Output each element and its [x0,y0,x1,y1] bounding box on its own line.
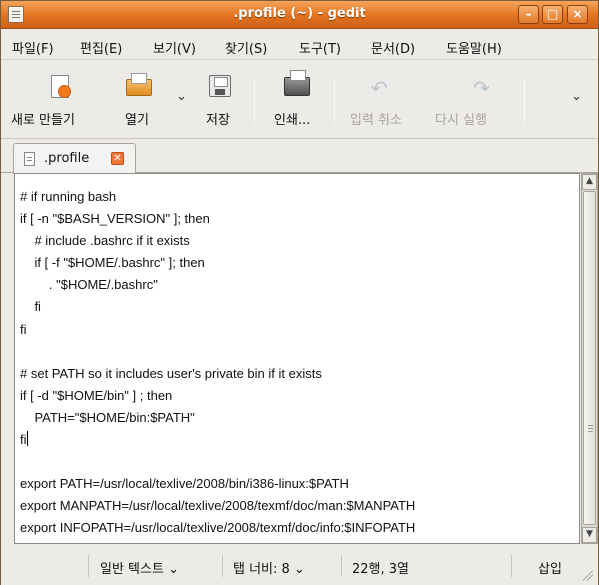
new-star-icon [58,85,71,98]
code-line[interactable]: export INFOPATH=/usr/local/texlive/2008/… [20,517,415,539]
cursor-position: 22행, 3열 [352,562,409,577]
open-button-label: 열기 [125,113,149,128]
open-folder-icon[interactable] [126,73,152,96]
redo-icon[interactable]: ↷ [473,78,495,98]
menu-view[interactable]: 보기(V) [153,38,196,57]
scroll-down-arrow[interactable]: ▼ [582,527,597,543]
text-cursor [26,431,28,447]
new-button-label: 새로 만들기 [11,113,75,128]
scroll-up-arrow[interactable]: ▲ [582,174,597,190]
code-line[interactable]: # if running bash [20,186,415,208]
printer-icon[interactable] [284,70,310,96]
scroll-grip-icon [588,425,593,426]
close-button[interactable]: × [567,5,588,24]
redo-button-label: 다시 실행 [435,113,487,128]
code-line[interactable] [20,341,415,363]
status-bar: 일반 텍스트 ⌄ 탭 너비: 8 ⌄ 22행, 3열 삽입 [1,547,598,585]
toolbar-separator [254,79,255,123]
undo-icon[interactable]: ↶ [371,78,393,98]
language-selector[interactable]: 일반 텍스트 ⌄ [100,558,179,577]
undo-button-label: 입력 취소 [350,113,402,128]
maximize-button[interactable]: □ [542,5,563,24]
menu-help[interactable]: 도움말(H) [446,38,502,57]
code-line[interactable] [20,451,415,473]
status-separator [88,555,89,577]
text-file-icon [24,152,35,166]
tab-width-selector[interactable]: 탭 너비: 8 ⌄ [233,558,305,577]
code-line[interactable]: PATH="$HOME/bin:$PATH" [20,407,415,429]
status-separator [511,555,512,577]
text-editor[interactable]: # if running bash if [ -n "$BASH_VERSION"… [14,173,580,544]
code-line[interactable]: fi [20,319,415,341]
tab-profile[interactable]: .profile ✕ [13,143,136,174]
status-separator [341,555,342,577]
code-line[interactable]: fi [20,429,415,451]
code-line[interactable]: if [ -n "$BASH_VERSION" ]; then [20,208,415,230]
menu-documents[interactable]: 문서(D) [371,38,415,57]
toolbar-separator [334,79,335,123]
code-line[interactable]: # include .bashrc if it exists [20,230,415,252]
status-separator [222,555,223,577]
menu-bar: 파일(F) 편집(E) 보기(V) 찾기(S) 도구(T) 문서(D) 도움말(… [1,30,598,60]
document-tab-bar: .profile ✕ [1,140,598,174]
new-document-icon[interactable] [51,75,71,98]
code-line[interactable]: . "$HOME/.bashrc" [20,274,415,296]
menu-search[interactable]: 찾기(S) [225,38,267,57]
resize-grip-icon[interactable] [581,569,595,583]
save-button-label: 저장 [206,113,230,128]
code-line[interactable]: # set PATH so it includes user's private… [20,363,415,385]
toolbar-separator [524,79,525,123]
menu-tools[interactable]: 도구(T) [299,38,341,57]
tab-label: .profile [44,151,90,166]
open-recent-dropdown[interactable]: ⌄ [176,89,187,104]
save-icon[interactable] [209,75,231,97]
editor-content[interactable]: # if running bash if [ -n "$BASH_VERSION"… [20,186,415,540]
insert-mode: 삽입 [538,562,562,577]
toolbar: 새로 만들기 열기 ⌄ 저장 인쇄... ↶ 입력 취소 ↷ 다시 실행 ⌄ [1,61,598,139]
print-button-label: 인쇄... [274,113,311,128]
code-line[interactable]: export PATH=/usr/local/texlive/2008/bin/… [20,473,415,495]
scroll-thumb[interactable] [583,191,596,525]
title-bar[interactable]: .profile (~) - gedit – □ × [1,1,598,29]
menu-edit[interactable]: 편집(E) [80,38,122,57]
vertical-scrollbar[interactable]: ▲ ▼ [581,173,598,544]
code-line[interactable]: fi [20,296,415,318]
code-line[interactable]: if [ -d "$HOME/bin" ] ; then [20,385,415,407]
gedit-window: .profile (~) - gedit – □ × 파일(F) 편집(E) 보… [0,0,599,585]
menu-file[interactable]: 파일(F) [12,38,54,57]
tab-close-icon[interactable]: ✕ [111,152,124,165]
window-title: .profile (~) - gedit [233,6,366,21]
toolbar-overflow-chevron[interactable]: ⌄ [571,89,582,104]
code-line[interactable]: export MANPATH=/usr/local/texlive/2008/t… [20,495,415,517]
minimize-button[interactable]: – [518,5,539,24]
code-line[interactable]: if [ -f "$HOME/.bashrc" ]; then [20,252,415,274]
